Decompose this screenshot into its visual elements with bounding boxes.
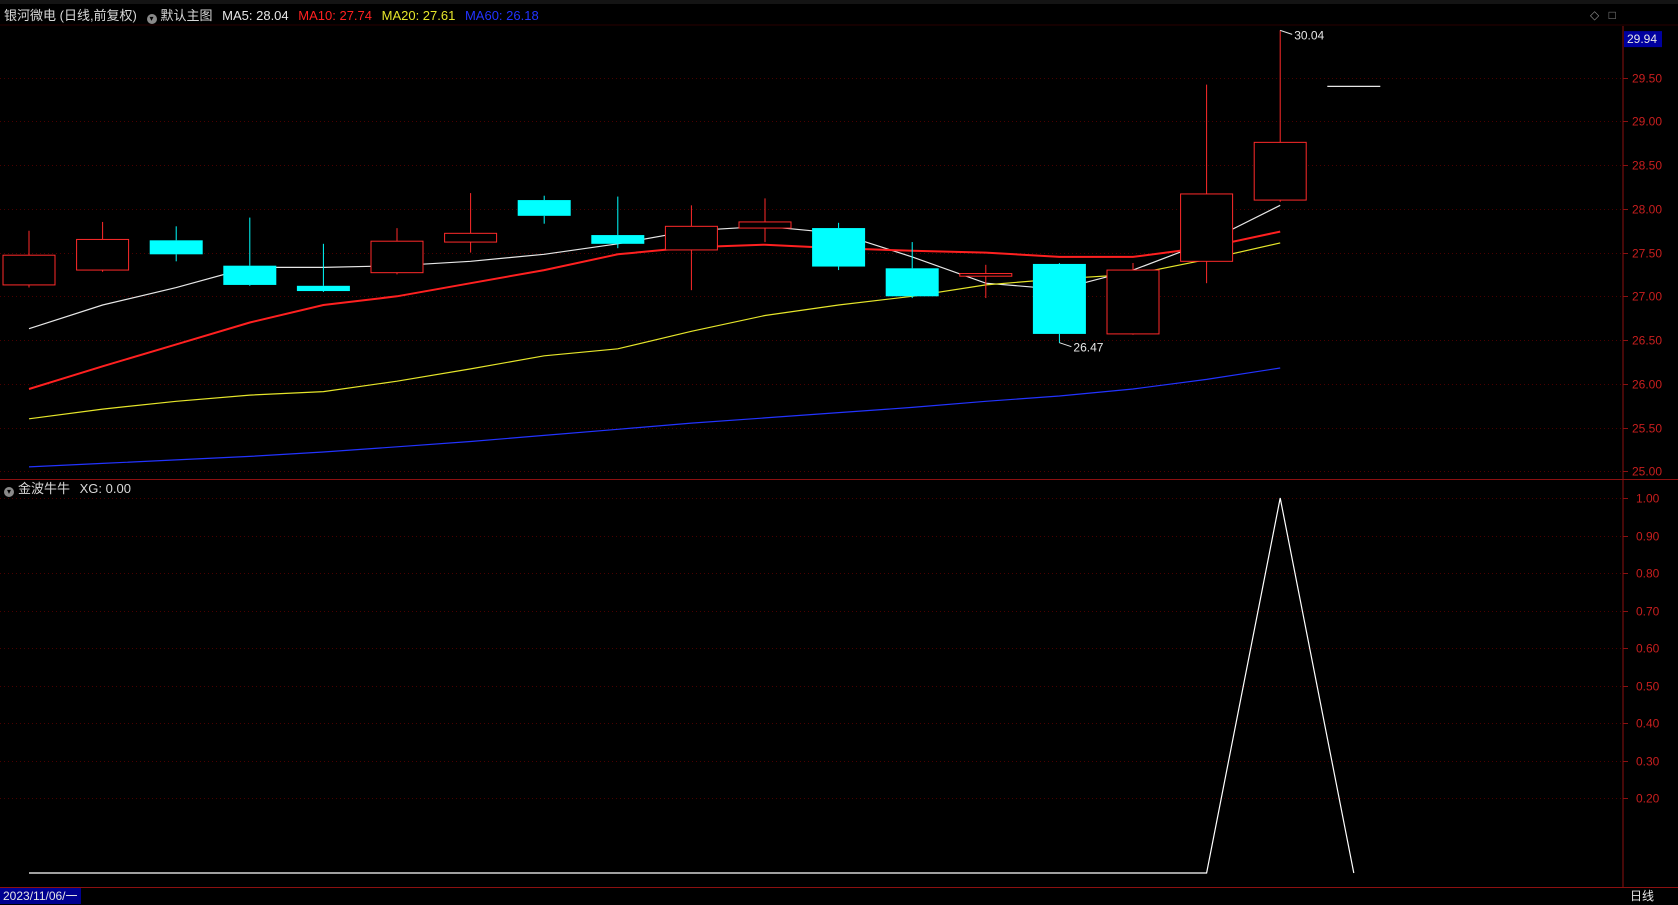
main-tick-label: 27.00: [1632, 290, 1662, 304]
candle-body-up: [370, 240, 424, 274]
chart-canvas: 25.00 25.50 26.00 26.50 27.00 27.50 28.00 28.50…: [0, 24, 1678, 888]
candle-body-down: [149, 240, 203, 255]
main-tick-label: 28.00: [1632, 203, 1662, 217]
indicator-tick-label: 0.50: [1636, 680, 1660, 694]
candle-body-up: [76, 238, 130, 271]
candle-body-up: [2, 254, 56, 286]
indicator-title-bar: ▾ 金波牛牛 XG: 0.00: [4, 480, 137, 498]
candle-body-up: [1253, 141, 1307, 201]
ma5-line: [28, 204, 1281, 330]
main-tick-label: 29.00: [1632, 115, 1662, 129]
candle-body-down: [885, 268, 939, 297]
indicator-tick-label: 0.20: [1636, 792, 1660, 806]
main-tick-label: 26.50: [1632, 334, 1662, 348]
candle-body-up: [959, 273, 1013, 277]
high-annotation-pointer: [1280, 29, 1293, 35]
candle-body-up: [1106, 269, 1160, 335]
xg-line: [29, 497, 1355, 874]
ma10-line: [28, 230, 1281, 390]
main-tick-label: 25.00: [1632, 465, 1662, 479]
main-tick-label: 26.00: [1632, 378, 1662, 392]
indicator-toggle-icon[interactable]: ▾: [4, 487, 14, 497]
chart-stage: 银河微电 (日线,前复权) ▾ 默认主图 MA5: 28.04 MA10: 27.…: [0, 0, 1678, 905]
main-tick-label: 25.50: [1632, 422, 1662, 436]
candle-body-down: [812, 228, 866, 267]
indicator-name[interactable]: 金波牛牛: [18, 481, 70, 496]
period-label[interactable]: 日线: [1630, 888, 1654, 904]
cursor-date-label: 2023/11/06/一: [0, 888, 81, 904]
indicator-tick-label: 0.30: [1636, 755, 1660, 769]
candle-body-up: [664, 225, 718, 251]
high-annotation: 30.04: [1294, 28, 1324, 42]
candle-body-up: [738, 221, 792, 229]
candle-body-down: [591, 235, 645, 244]
indicator-tick-label: 1.00: [1636, 492, 1660, 506]
main-tick-label: 29.50: [1632, 72, 1662, 86]
indicator-tick-label: 0.40: [1636, 717, 1660, 731]
ma60-line: [28, 367, 1281, 468]
indicator-value: XG: 0.00: [79, 481, 131, 496]
indicator-tick-label: 0.90: [1636, 530, 1660, 544]
low-annotation-pointer: [1059, 342, 1072, 348]
indicator-tick-label: 0.80: [1636, 567, 1660, 581]
last-price-tag-label: 29.94: [1627, 32, 1657, 46]
candle-body-down: [1032, 263, 1086, 334]
main-tick-label: 28.50: [1632, 159, 1662, 173]
indicator-tick-label: 0.60: [1636, 642, 1660, 656]
candle-body-down: [517, 200, 571, 216]
candle-body-up: [444, 232, 498, 243]
candle-body-down: [223, 265, 277, 285]
main-tick-label: 27.50: [1632, 247, 1662, 261]
indicator-tick-label: 0.70: [1636, 605, 1660, 619]
candle-body-down: [296, 285, 350, 292]
candle-body-up: [1180, 193, 1234, 262]
low-annotation: 26.47: [1073, 341, 1103, 355]
